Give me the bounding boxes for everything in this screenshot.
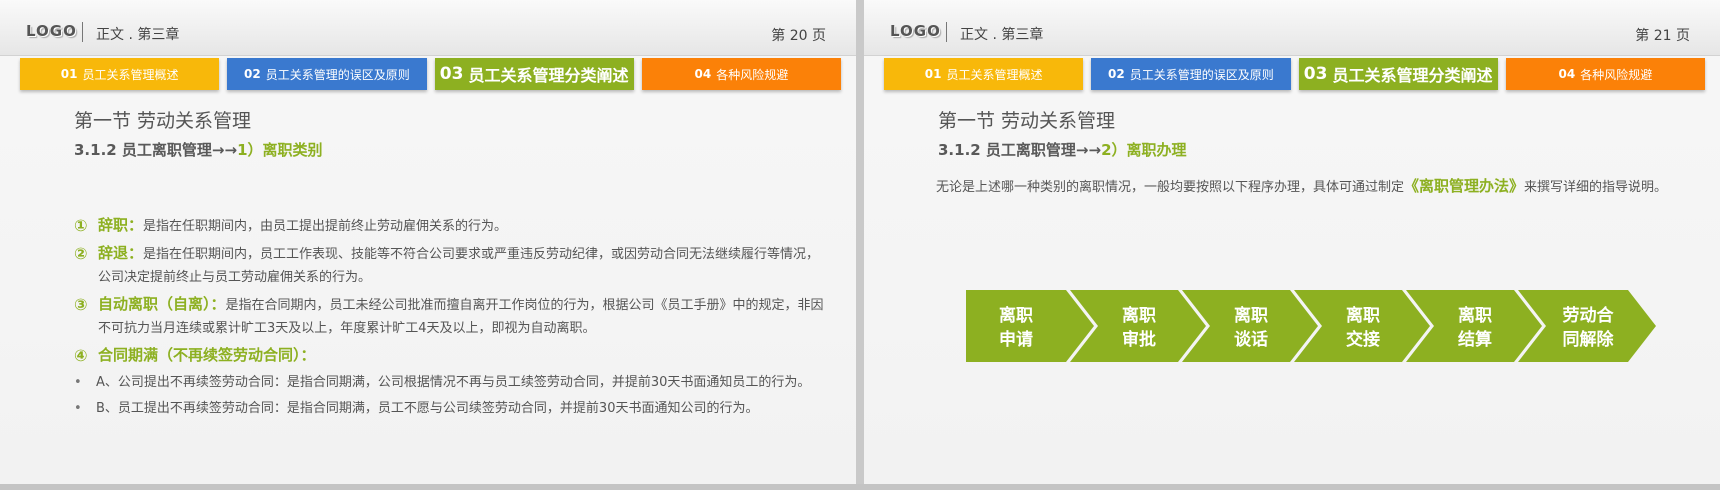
- item-number: ①: [74, 216, 88, 235]
- item-text: 是指在任职期间内，员工工作表现、技能等不符合公司要求或严重违反劳动纪律，或因劳动…: [98, 247, 820, 285]
- tab-number: 01: [60, 67, 78, 81]
- slide-page-21: LOGO 正文 . 第三章 第 21 页 01 员工关系管理概述 02 员工关系管理…: [864, 0, 1720, 484]
- tab-04[interactable]: 04 各种风险规避: [641, 58, 841, 90]
- page-number: 第 20 页: [771, 28, 826, 44]
- step-label-line2: 谈话: [1234, 330, 1268, 350]
- slide-header: LOGO 正文 . 第三章 第 21 页: [864, 0, 1720, 56]
- logo: LOGO: [890, 22, 941, 40]
- item-term: 辞退：: [98, 244, 144, 262]
- logo: LOGO: [26, 22, 77, 40]
- item-number: ②: [74, 244, 88, 263]
- subtitle-prefix: 3.1.2 员工离职管理→→: [938, 141, 1102, 159]
- tab-number: 04: [694, 67, 712, 81]
- item-term: 辞职：: [98, 216, 144, 234]
- bullet-dot-icon: •: [74, 401, 82, 416]
- bullet-text: A、公司提出不再续签劳动合同：是指合同期满，公司根据情况不再与员工续签劳动合同，…: [96, 375, 811, 390]
- tab-label: 员工关系管理分类阐述: [468, 66, 629, 85]
- list-item: ① 辞职：是指在任职期间内，由员工提出提前终止劳动雇佣关系的行为。: [74, 214, 826, 238]
- list-item: ④ 合同期满（不再续签劳动合同）：: [74, 344, 826, 368]
- item-term: 合同期满（不再续签劳动合同）：: [98, 346, 316, 364]
- step-label-line2: 审批: [1122, 330, 1156, 350]
- subtitle: 3.1.2 员工离职管理→→1）离职类别: [74, 139, 323, 160]
- header-divider: [82, 22, 83, 42]
- tab-number: 03: [1303, 64, 1328, 84]
- page-number: 第 21 页: [1635, 28, 1690, 44]
- tab-label: 员工关系管理的误区及原则: [1129, 67, 1274, 82]
- bullet-item: • B、员工提出不再续签劳动合同：是指合同期满，员工不愿与公司续签劳动合同，并提前…: [74, 398, 826, 420]
- header-divider: [946, 22, 947, 42]
- slide-header: LOGO 正文 . 第三章 第 20 页: [0, 0, 856, 56]
- step-label-line2: 交接: [1346, 330, 1380, 350]
- resignation-process-flow: 离职申请 离职审批 离职谈话 离职交接 离职结算 劳动合同解除: [966, 290, 1656, 362]
- item-number: ③: [74, 295, 88, 314]
- subtitle-prefix: 3.1.2 员工离职管理→→: [74, 141, 238, 159]
- step-label-line1: 离职: [1122, 306, 1156, 326]
- resignation-types-list: ① 辞职：是指在任职期间内，由员工提出提前终止劳动雇佣关系的行为。 ② 辞退：是指在…: [74, 214, 826, 420]
- intro-text: 无论是上述哪一种类别的离职情况，一般均要按照以下程序办理，具体可通过制定: [936, 180, 1405, 195]
- tab-number: 01: [924, 67, 942, 81]
- tab-04[interactable]: 04 各种风险规避: [1505, 58, 1705, 90]
- step-label: 离职 交接: [1308, 304, 1418, 352]
- step-label-line1: 离职: [1234, 306, 1268, 326]
- tab-label: 员工关系管理概述: [946, 67, 1043, 82]
- bullet-text: B、员工提出不再续签劳动合同：是指合同期满，员工不愿与公司续签劳动合同，并提前3…: [96, 401, 759, 416]
- tab-01[interactable]: 01 员工关系管理概述: [20, 58, 220, 90]
- section-title: 第一节 劳动关系管理: [74, 110, 252, 132]
- tab-label: 各种风险规避: [716, 67, 789, 82]
- subtitle-highlight: 1）离职类别: [237, 141, 323, 159]
- tab-02[interactable]: 02 员工关系管理的误区及原则: [227, 58, 427, 90]
- bullet-dot-icon: •: [74, 375, 82, 390]
- subtitle: 3.1.2 员工离职管理→→2）离职办理: [938, 139, 1187, 160]
- tab-label: 各种风险规避: [1580, 67, 1653, 82]
- step-label: 离职 申请: [966, 304, 1066, 352]
- tab-03[interactable]: 03 员工关系管理分类阐述: [434, 58, 634, 90]
- item-term: 自动离职（自离）：: [98, 295, 226, 313]
- tab-number: 02: [1108, 67, 1125, 81]
- tab-label: 员工关系管理分类阐述: [1332, 66, 1493, 85]
- bottom-bar: [0, 484, 1720, 490]
- process-step: 劳动合 同解除: [1518, 290, 1656, 362]
- step-label: 劳动合 同解除: [1532, 304, 1644, 352]
- step-label-line2: 同解除: [1562, 330, 1614, 350]
- bullet-item: • A、公司提出不再续签劳动合同：是指合同期满，公司根据情况不再与员工续签劳动合同…: [74, 372, 826, 394]
- slide-page-20: LOGO 正文 . 第三章 第 20 页 01 员工关系管理概述 02 员工关系管理…: [0, 0, 856, 484]
- step-label-line1: 离职: [1346, 306, 1380, 326]
- step-label-line2: 申请: [999, 330, 1033, 350]
- step-label-line1: 离职: [1458, 306, 1492, 326]
- tab-01[interactable]: 01 员工关系管理概述: [884, 58, 1084, 90]
- section-title: 第一节 劳动关系管理: [938, 110, 1116, 132]
- intro-text-end: 来撰写详细的指导说明。: [1524, 180, 1668, 195]
- tab-number: 02: [244, 67, 261, 81]
- step-label: 离职 谈话: [1196, 304, 1306, 352]
- tab-label: 员工关系管理的误区及原则: [265, 67, 410, 82]
- tab-label: 员工关系管理概述: [82, 67, 179, 82]
- step-label: 离职 审批: [1084, 304, 1194, 352]
- item-number: ④: [74, 346, 88, 365]
- step-label-line1: 劳动合: [1562, 306, 1614, 326]
- tab-03[interactable]: 03 员工关系管理分类阐述: [1298, 58, 1498, 90]
- intro-paragraph: 无论是上述哪一种类别的离职情况，一般均要按照以下程序办理，具体可通过制定《离职管…: [936, 174, 1696, 200]
- tab-number: 03: [439, 64, 464, 84]
- chapter-tabs: 01 员工关系管理概述 02 员工关系管理的误区及原则 03 员工关系管理分类阐述 0…: [20, 58, 841, 90]
- step-label-line1: 离职: [999, 306, 1033, 326]
- step-label: 离职 结算: [1420, 304, 1530, 352]
- chapter-tabs: 01 员工关系管理概述 02 员工关系管理的误区及原则 03 员工关系管理分类阐述 0…: [884, 58, 1705, 90]
- tab-02[interactable]: 02 员工关系管理的误区及原则: [1091, 58, 1291, 90]
- list-item: ② 辞退：是指在任职期间内，员工工作表现、技能等不符合公司要求或严重违反劳动纪律，…: [74, 242, 826, 289]
- item-text: 是指在任职期间内，由员工提出提前终止劳动雇佣关系的行为。: [143, 219, 508, 234]
- chapter-label: 正文 . 第三章: [96, 27, 180, 43]
- list-item: ③ 自动离职（自离）：是指在合同期内，员工未经公司批准而擅自离开工作岗位的行为，根…: [74, 293, 826, 340]
- intro-highlight: 《离职管理办法》: [1404, 177, 1525, 195]
- subtitle-highlight: 2）离职办理: [1101, 141, 1187, 159]
- step-label-line2: 结算: [1458, 330, 1492, 350]
- tab-number: 04: [1558, 67, 1576, 81]
- chapter-label: 正文 . 第三章: [960, 27, 1044, 43]
